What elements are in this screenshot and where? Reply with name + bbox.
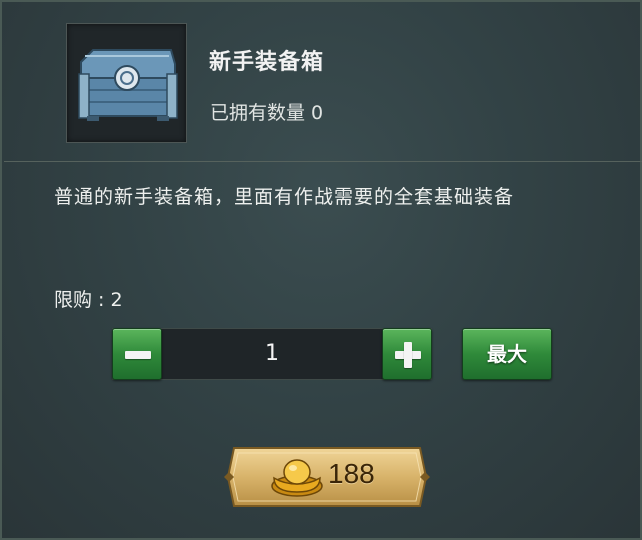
treasure-chest-icon: [78, 49, 178, 121]
minus-icon: [125, 351, 151, 359]
divider: [4, 161, 642, 162]
purchase-limit: 限购 : 2: [54, 289, 123, 311]
buy-button-frame: [224, 447, 430, 507]
max-button[interactable]: 最大: [462, 328, 552, 380]
item-name: 新手装备箱: [209, 50, 325, 75]
price-value: 188: [328, 458, 375, 489]
owned-count: 已拥有数量 0: [210, 102, 324, 124]
decrease-button[interactable]: [112, 328, 162, 380]
increase-button[interactable]: [382, 328, 432, 380]
quantity-value[interactable]: 1: [162, 328, 382, 380]
item-icon-frame: [66, 23, 187, 143]
buy-button[interactable]: 188: [224, 444, 430, 510]
gold-ingot-icon: [271, 459, 323, 497]
max-button-label: 最大: [487, 342, 527, 366]
item-description: 普通的新手装备箱，里面有作战需要的全套基础装备: [54, 186, 515, 208]
purchase-dialog: 新手装备箱 已拥有数量 0 普通的新手装备箱，里面有作战需要的全套基础装备 限购…: [0, 0, 642, 540]
